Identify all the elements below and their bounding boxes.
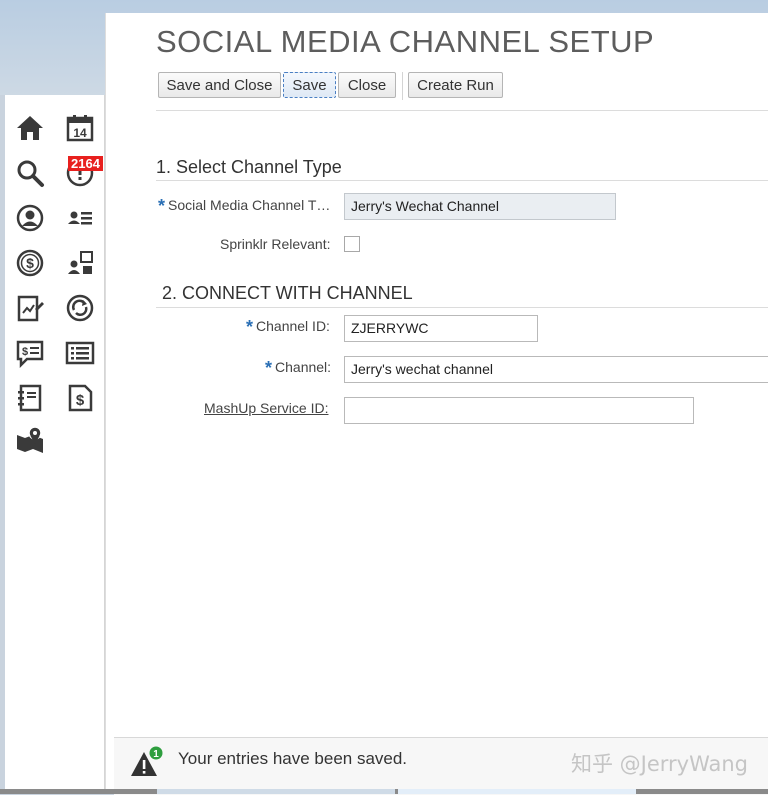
channel-id-label: * Channel ID: — [246, 317, 330, 337]
notification-message: Your entries have been saved. — [178, 749, 408, 768]
notification-count: 1 — [153, 749, 159, 760]
notebook-icon[interactable] — [15, 383, 45, 413]
alert-count-badge: 2164 — [68, 156, 103, 171]
taskbar-tab[interactable] — [157, 789, 395, 794]
channel-type-label: * Social Media Channel T… — [158, 196, 331, 216]
save-button[interactable]: Save — [283, 72, 336, 98]
channel-input[interactable]: Jerry's wechat channel — [344, 356, 768, 383]
search-icon[interactable] — [15, 158, 45, 188]
quote-icon[interactable]: $ — [15, 338, 45, 368]
home-icon[interactable] — [15, 113, 45, 143]
calendar-icon[interactable]: 14 — [65, 113, 95, 143]
account-icon[interactable] — [15, 203, 45, 233]
sprinklr-relevant-label: Sprinklr Relevant: — [220, 236, 331, 252]
svg-text:$: $ — [22, 346, 28, 358]
contacts-list-icon[interactable] — [65, 203, 95, 233]
section-connect-with-channel-title: 2. CONNECT WITH CHANNEL — [162, 283, 413, 303]
calendar-day: 14 — [73, 126, 87, 140]
page-title: SOCIAL MEDIA CHANNEL SETUP — [156, 24, 655, 59]
sprinklr-relevant-checkbox[interactable] — [344, 236, 360, 252]
watermark: 知乎 @JerryWang — [570, 752, 748, 776]
required-marker: * — [265, 358, 273, 378]
invoice-icon[interactable]: $ — [65, 383, 95, 413]
save-and-close-button[interactable]: Save and Close — [158, 72, 281, 98]
svg-text:$: $ — [76, 392, 85, 409]
save-notification: 1 Your entries have been saved. 知乎 @Jerr… — [114, 737, 768, 795]
mashup-service-id-input[interactable] — [344, 397, 694, 424]
taskbar-tab[interactable] — [398, 789, 636, 794]
section-divider — [156, 180, 768, 181]
create-run-button[interactable]: Create Run — [408, 72, 503, 98]
report-icon[interactable] — [15, 293, 45, 323]
svg-text:$: $ — [26, 255, 34, 271]
org-chart-icon[interactable] — [65, 248, 95, 278]
channel-id-input[interactable]: ZJERRYWC — [344, 315, 538, 342]
channel-type-field[interactable]: Jerry's Wechat Channel — [344, 193, 616, 220]
dollar-icon[interactable]: $ — [15, 248, 45, 278]
sidebar-nav: 14 $ $ $ — [5, 95, 105, 794]
close-button[interactable]: Close — [338, 72, 396, 98]
toolbar-divider — [402, 72, 403, 100]
map-pin-icon[interactable] — [15, 425, 45, 455]
channel-label: * Channel: — [265, 358, 332, 378]
list-icon[interactable] — [65, 338, 95, 368]
section-divider — [156, 307, 768, 308]
section-select-channel-type-title: 1. Select Channel Type — [156, 157, 342, 177]
refresh-icon[interactable] — [65, 293, 95, 323]
main-panel: SOCIAL MEDIA CHANNEL SETUP Save and Clos… — [105, 13, 768, 794]
required-marker: * — [158, 196, 166, 216]
mashup-service-id-link[interactable]: MashUp Service ID: — [204, 400, 328, 416]
toolbar-separator — [156, 110, 768, 111]
warning-icon: 1 — [130, 746, 164, 780]
required-marker: * — [246, 317, 254, 337]
